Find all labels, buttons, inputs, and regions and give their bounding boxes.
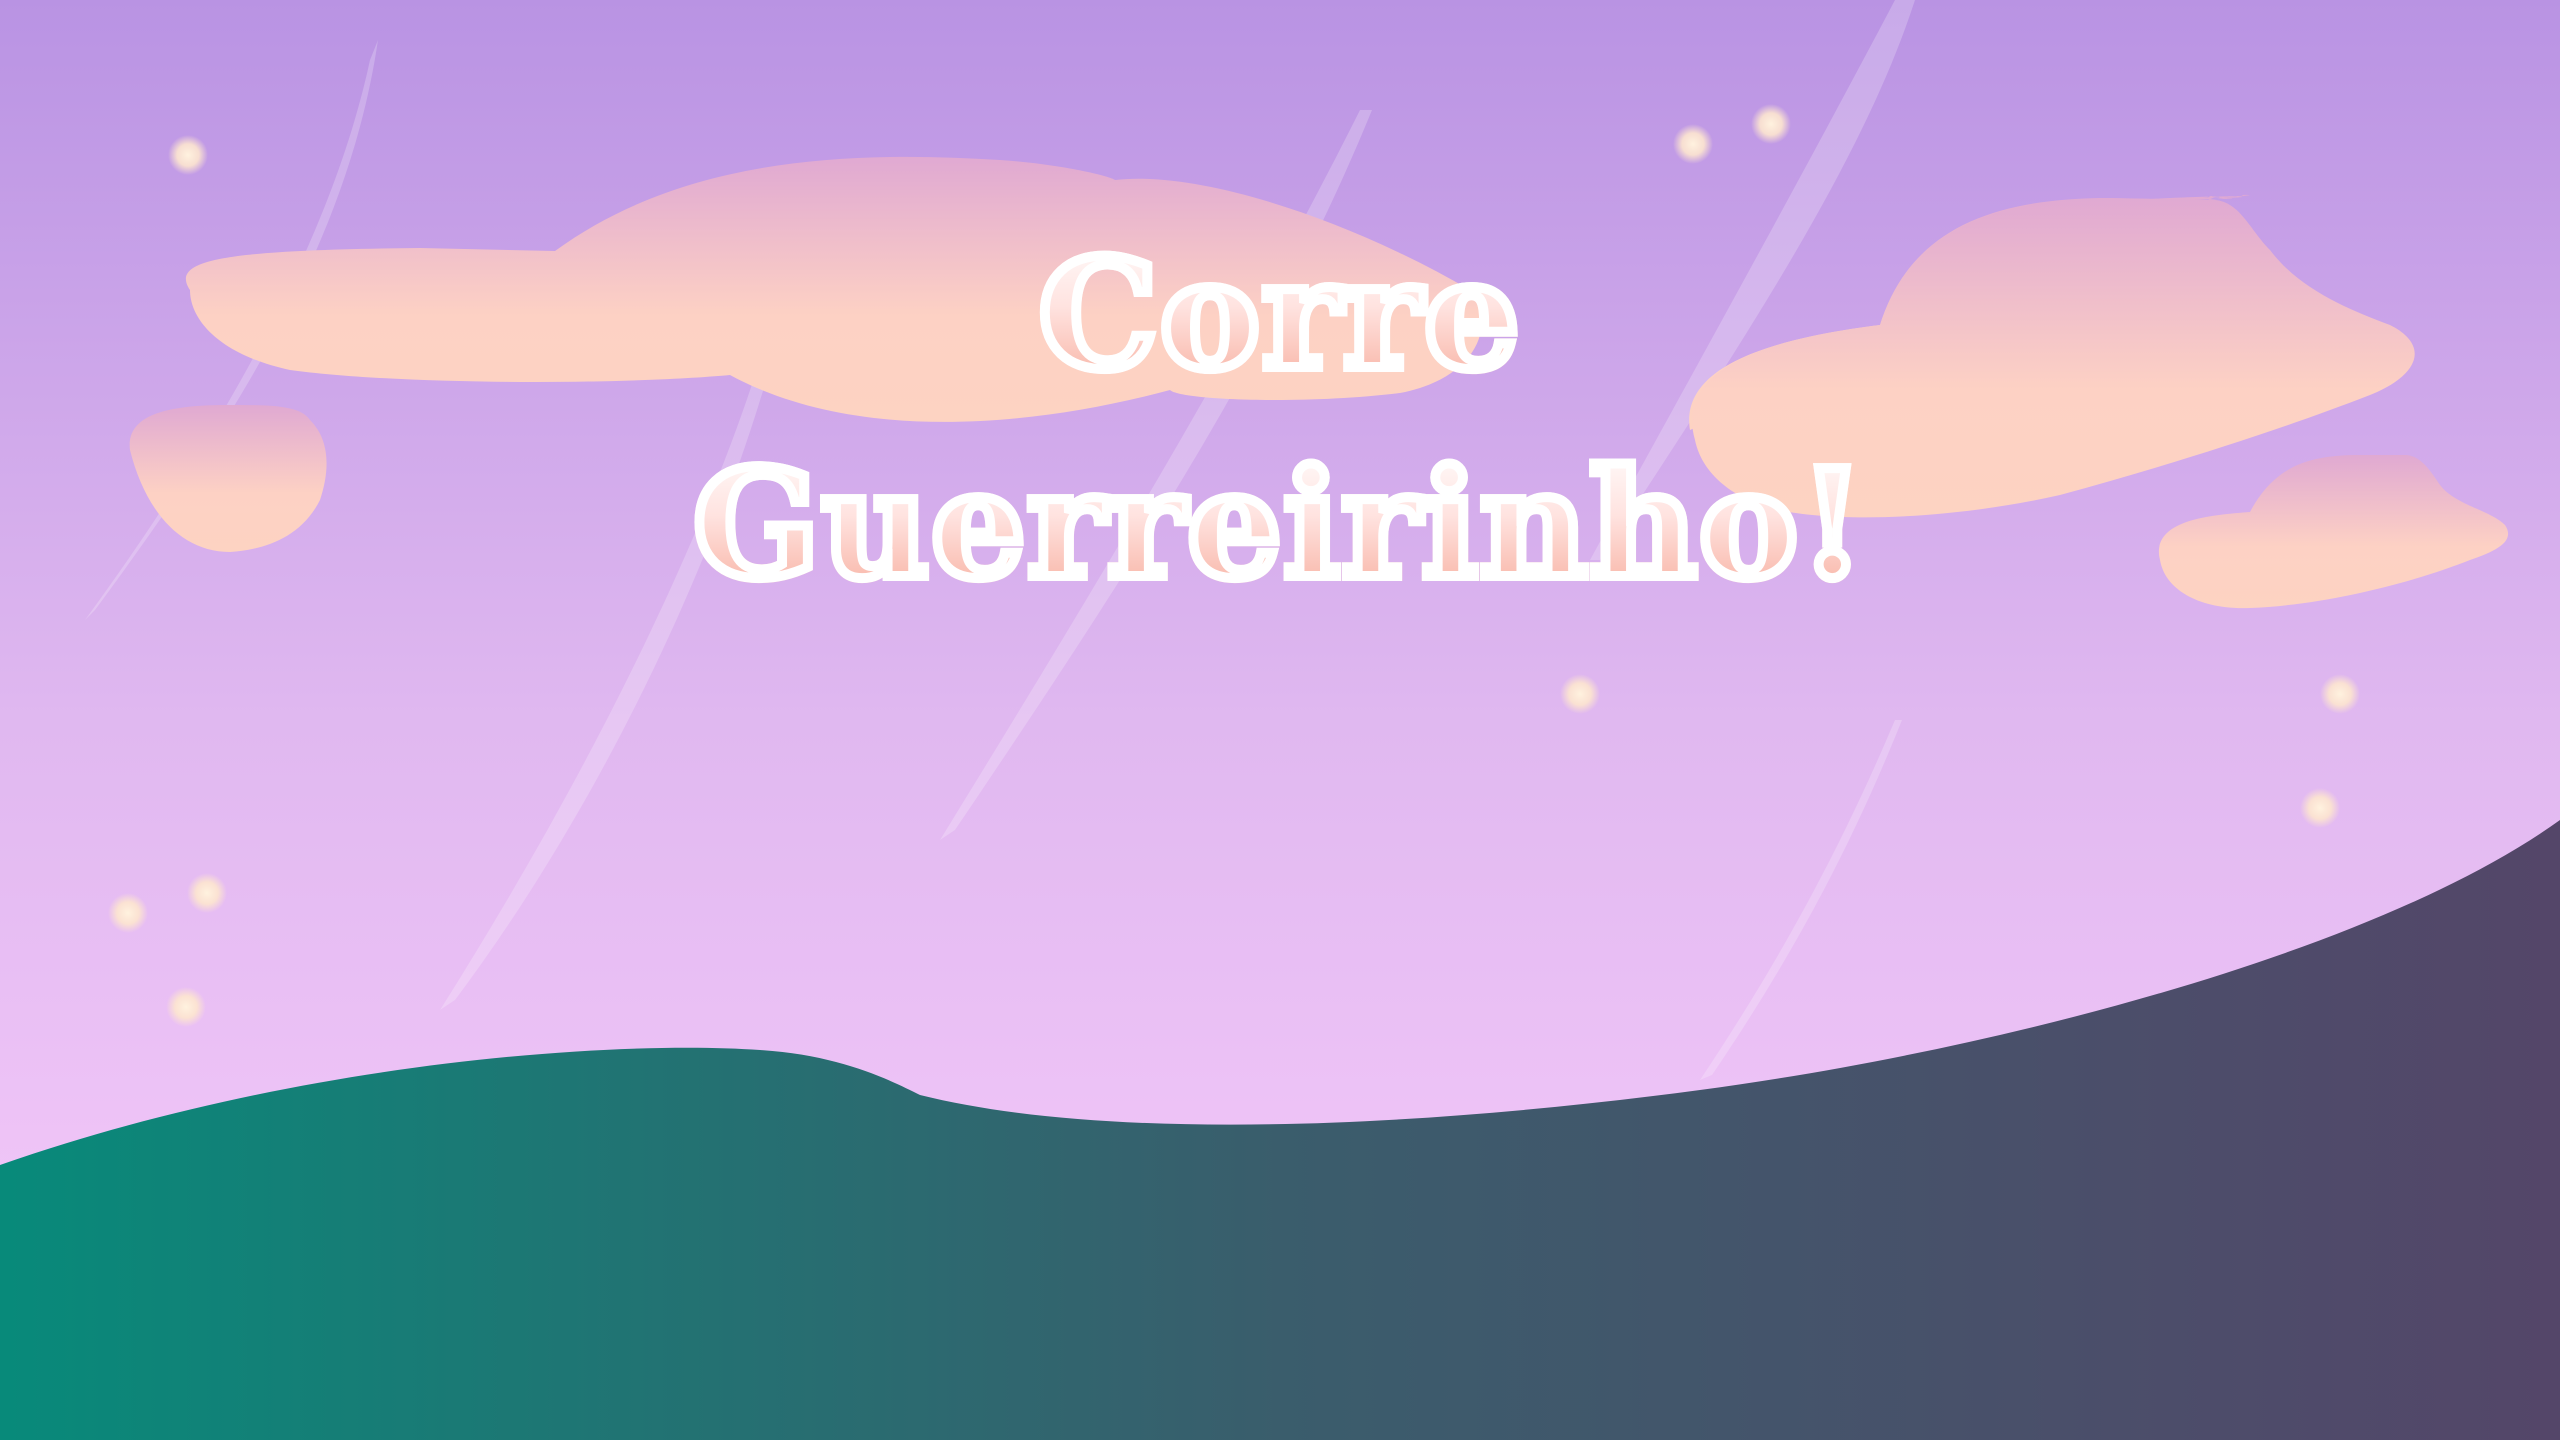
title-screen: Corre Corre Guerreirinho! Guerreirinho! [0,0,2560,1440]
title-line-2: Guerreirinho! Guerreirinho! [0,445,2560,623]
title-line-2-text: Guerreirinho! [688,437,1870,611]
title-line-1-text: Corre [1034,227,1525,403]
title-line-1: Corre Corre [0,235,2560,415]
game-title: Corre Corre Guerreirinho! Guerreirinho! [0,0,2560,1440]
